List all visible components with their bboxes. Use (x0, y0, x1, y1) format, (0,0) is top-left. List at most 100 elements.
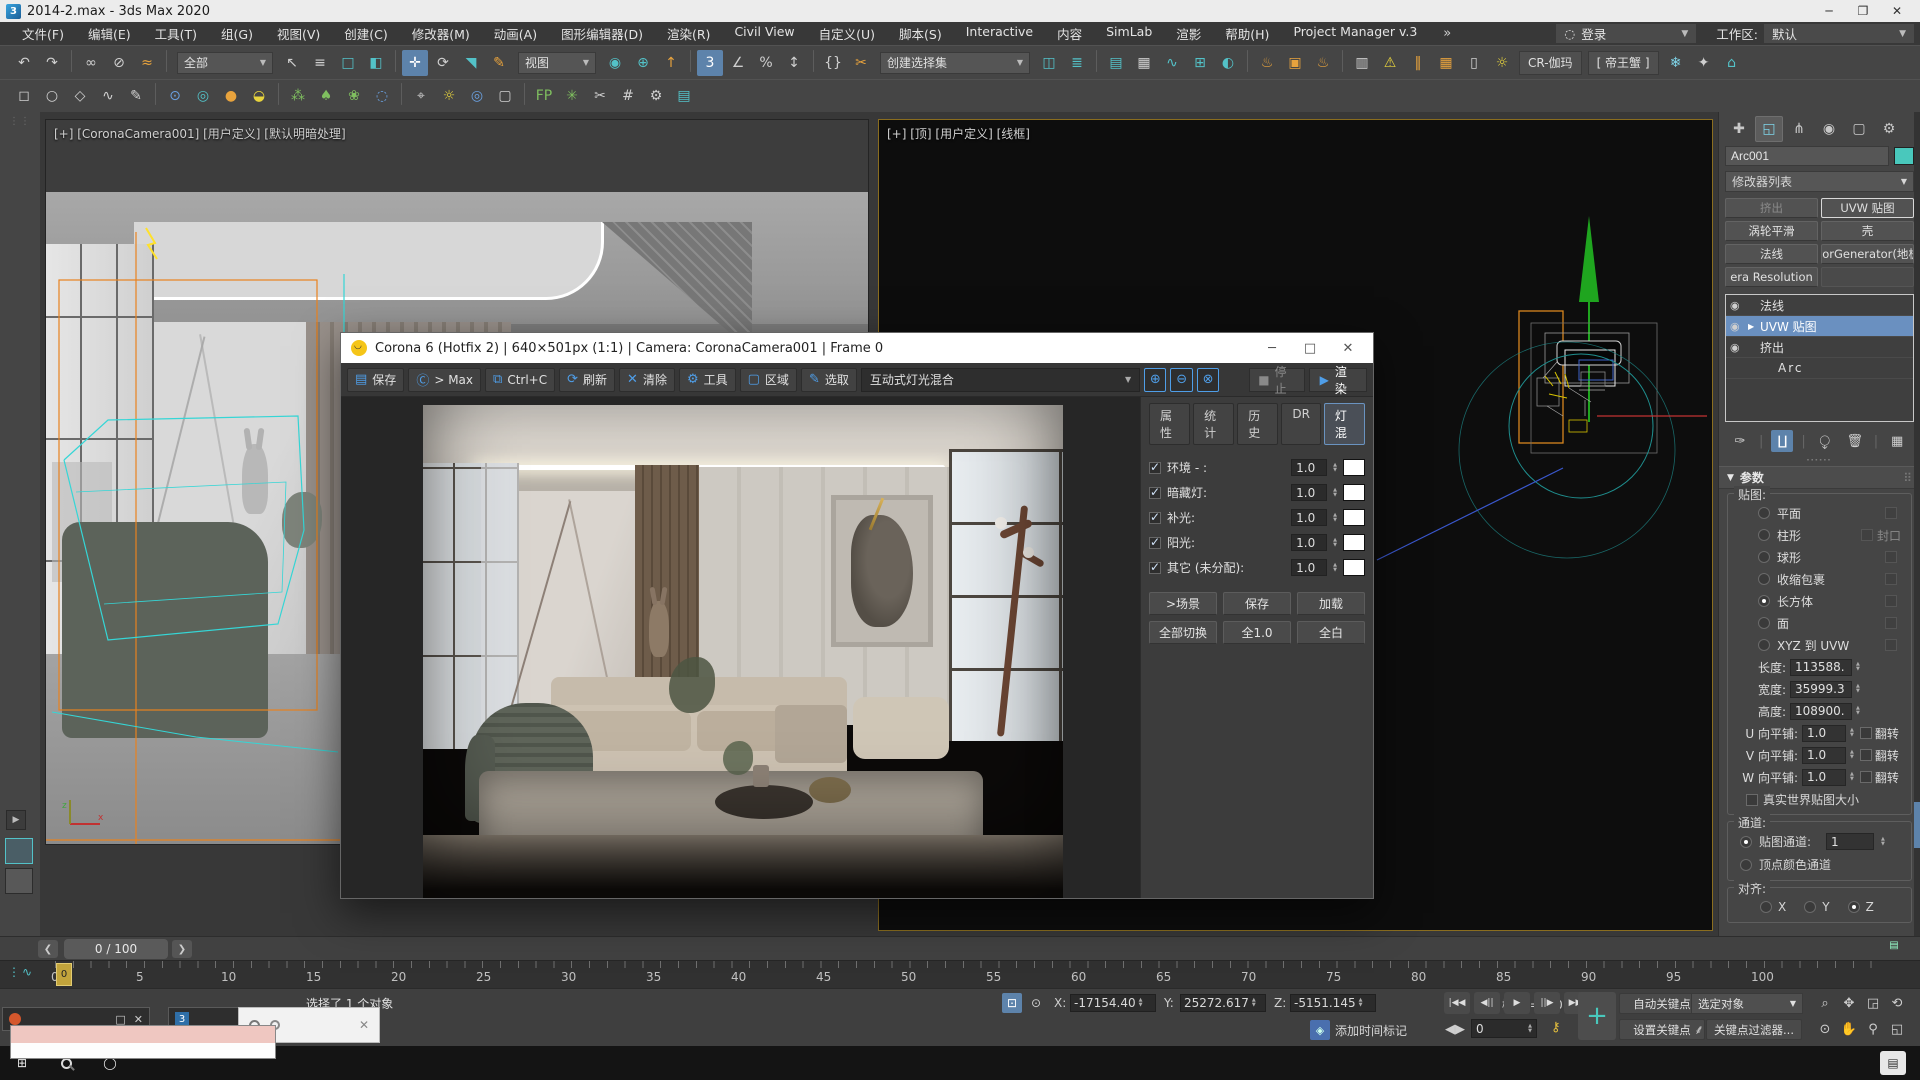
move-tool-icon[interactable]: ✛ (402, 50, 428, 76)
home-plugin-icon[interactable]: ⌂ (1719, 50, 1745, 76)
panel-scrollbar[interactable] (1914, 112, 1920, 936)
dome-icon[interactable]: ◎ (190, 83, 216, 109)
radio-icon[interactable] (1758, 573, 1770, 585)
spinner-icon[interactable]: ▲▼ (1850, 750, 1854, 760)
mini-close-icon[interactable]: ✕ (134, 1013, 143, 1026)
named-selection-set-dropdown[interactable]: 创建选择集▼ (880, 52, 1030, 74)
fence-select-icon[interactable]: ◇ (67, 83, 93, 109)
pillars-icon[interactable]: ‖ (1405, 50, 1431, 76)
spinner-icon[interactable]: ▲▼ (1333, 538, 1337, 548)
lightmix-color-swatch[interactable] (1343, 459, 1365, 476)
frame-range-slider[interactable]: 0 / 100 (64, 939, 168, 959)
object-name-field[interactable] (1725, 146, 1889, 166)
align-axis-radio[interactable]: Z (1834, 900, 1874, 914)
align-icon[interactable]: ≣ (1064, 50, 1090, 76)
z-coordinate-field[interactable]: -5151.145▲▼ (1290, 994, 1376, 1012)
pin-stack-icon[interactable]: ✑ (1729, 430, 1751, 452)
menu-item[interactable]: 帮助(H) (1213, 24, 1281, 43)
mapping-radio-row[interactable]: XYZ 到 UVW (1732, 634, 1907, 656)
mini-restore-icon[interactable]: □ (115, 1013, 125, 1026)
warning-icon[interactable]: ⚠ (1377, 50, 1403, 76)
separator[interactable] (813, 50, 814, 72)
spinner-icon[interactable]: ▲▼ (1333, 513, 1337, 523)
lightmix-value-field[interactable]: 1.0 (1291, 559, 1327, 576)
camera-resolution-preset-button[interactable]: era Resolution (1725, 267, 1818, 287)
layer-manager-icon[interactable]: ▦ (1131, 50, 1157, 76)
measure-icon[interactable]: ⌖ (408, 83, 434, 109)
menu-item[interactable]: Project Manager v.3 (1281, 24, 1429, 43)
named-selections-icon[interactable]: {} (820, 50, 846, 76)
vfb-close-button[interactable]: ✕ (1333, 341, 1363, 356)
mapping-radio-row[interactable]: 长方体 (1732, 590, 1907, 612)
pivot-icon[interactable]: ⊕ (630, 50, 656, 76)
scale-tool-icon[interactable]: ◥ (458, 50, 484, 76)
vfb-copy-button[interactable]: ⧉ Ctrl+C (485, 368, 555, 392)
empty-preset-button[interactable] (1821, 267, 1914, 287)
vfb-stop-button[interactable]: ■停止 (1249, 368, 1304, 392)
set-key-big-button[interactable]: + (1578, 992, 1616, 1040)
configure-modifier-sets-icon[interactable]: ▦ (1886, 430, 1908, 452)
map-channel-radio[interactable]: 贴图通道: 1 ▲▼ (1732, 830, 1907, 853)
viewport-camera-label[interactable]: [+] [CoronaCamera001] [用户定义] [默认明暗处理] (54, 125, 346, 142)
placement-tool-icon[interactable]: ✎ (486, 50, 512, 76)
light-lister-icon[interactable]: ☼ (1489, 50, 1515, 76)
rendered-frame-icon[interactable]: ▣ (1282, 50, 1308, 76)
material-editor-icon[interactable]: ◐ (1215, 50, 1241, 76)
viewport-top-label[interactable]: [+] [顶] [用户定义] [线框] (887, 125, 1030, 142)
modifier-list-dropdown[interactable]: 修改器列表 ▼ (1725, 171, 1914, 192)
flip-checkbox[interactable]: 翻转 (1860, 769, 1899, 786)
object-color-swatch[interactable] (1894, 147, 1914, 165)
maxscript-mini-listener[interactable] (10, 1025, 276, 1059)
vfb-zoom-out-icon[interactable]: ⊖ (1170, 368, 1192, 392)
x-coordinate-field[interactable]: -17154.40▲▼ (1070, 994, 1156, 1012)
maximize-viewport-icon[interactable]: ◱ (1886, 1018, 1908, 1040)
add-time-tag[interactable]: ◈ 添加时间标记 (1310, 1020, 1407, 1040)
walk-icon[interactable]: ⚲ (1862, 1018, 1884, 1040)
vfb-refresh-button[interactable]: ⟳ 刷新 (559, 368, 615, 392)
lightmix-button[interactable]: >场景 (1149, 592, 1217, 615)
menu-item[interactable]: 视图(V) (265, 24, 332, 43)
show-end-result-icon[interactable]: ∐ (1771, 430, 1793, 452)
mapping-radio-row[interactable]: 柱形 封口 (1732, 524, 1907, 546)
foliage-icon[interactable]: ❀ (341, 83, 367, 109)
modifier-stack-item[interactable]: ◉ 挤出 (1726, 337, 1913, 358)
lightmix-button[interactable]: 保存 (1223, 592, 1291, 615)
lightmix-button[interactable]: 全部切换 (1149, 621, 1217, 644)
vfb-region-button[interactable]: ▢ 区域 (740, 368, 797, 392)
create-tab[interactable]: ✚ (1725, 116, 1753, 142)
vfb-titlebar[interactable]: Corona 6 (Hotfix 2) | 640×501px (1:1) | … (341, 333, 1373, 363)
door-icon[interactable]: ▯ (1461, 50, 1487, 76)
separator[interactable] (395, 50, 396, 72)
select-link-icon[interactable]: ∞ (78, 50, 104, 76)
select-by-name-icon[interactable]: ≡ (307, 50, 333, 76)
separator[interactable] (524, 83, 525, 105)
motion-tab[interactable]: ◉ (1815, 116, 1843, 142)
plant-icon[interactable]: ✳ (559, 83, 585, 109)
radio-icon[interactable] (1758, 551, 1770, 563)
king-crab-button[interactable]: [ 帝王蟹 ] (1588, 51, 1659, 75)
layout-icon[interactable]: ▦ (1433, 50, 1459, 76)
time-slider-handle[interactable]: 0 (56, 963, 72, 986)
floorgenerator-preset-button[interactable]: oorGenerator(地板 (1821, 244, 1914, 264)
vfb-maximize-button[interactable]: □ (1295, 341, 1325, 356)
ab-grid-icon[interactable]: ▥ (1349, 50, 1375, 76)
corona-vfb-window[interactable]: Corona 6 (Hotfix 2) | 640×501px (1:1) | … (340, 332, 1374, 899)
popup-close-icon[interactable]: ✕ (359, 1018, 369, 1032)
render-production-icon[interactable]: ♨ (1310, 50, 1336, 76)
radio-icon[interactable] (1758, 529, 1770, 541)
select-object-icon[interactable]: ↖ (279, 50, 305, 76)
separator[interactable] (690, 50, 691, 72)
paint-select-icon[interactable]: ✎ (123, 83, 149, 109)
scene-explorer-icon[interactable]: ▤ (1103, 50, 1129, 76)
rotate-tool-icon[interactable]: ⟳ (430, 50, 456, 76)
separator[interactable] (401, 83, 402, 105)
dimension-input[interactable]: 108900. (1790, 703, 1852, 720)
selection-filter-dropdown[interactable]: 全部▼ (177, 52, 273, 74)
menu-item[interactable]: 渲影 (1164, 24, 1213, 43)
snaps-toggle-icon[interactable]: 3 (697, 50, 723, 76)
menu-item[interactable]: Civil View (722, 24, 806, 43)
spinner-icon[interactable]: ▲▼ (1850, 772, 1854, 782)
edit-selection-icon[interactable]: ✂ (848, 50, 874, 76)
window-crossing-icon[interactable]: ◧ (363, 50, 389, 76)
remove-modifier-icon[interactable]: 🗑 (1844, 430, 1866, 452)
